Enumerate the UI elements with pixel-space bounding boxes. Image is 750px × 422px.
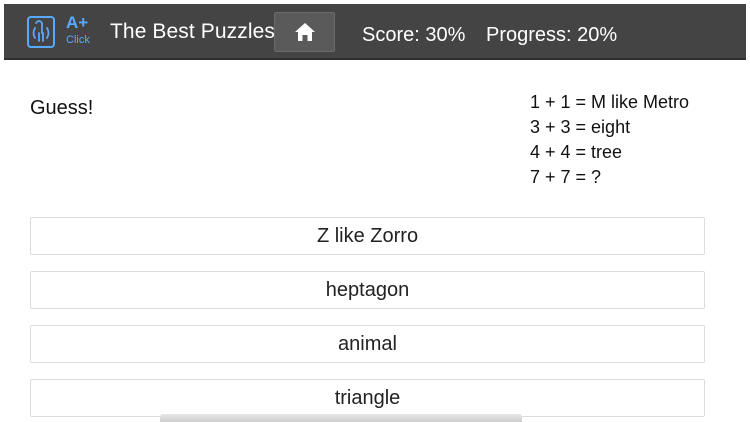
answer-option-1[interactable]: Z like Zorro <box>30 217 705 255</box>
app-title: The Best Puzzles <box>110 20 276 43</box>
answer-option-4[interactable]: triangle <box>30 379 705 417</box>
logo-icon <box>27 16 55 48</box>
riddle-line: 4 + 4 = tree <box>530 142 623 162</box>
bottom-overlay-edge <box>160 414 522 422</box>
top-bar: A+ Click The Best Puzzles Score: 30% Pro… <box>4 4 746 60</box>
progress-text: Progress: 20% <box>486 24 618 46</box>
home-icon <box>294 23 315 41</box>
riddle-line: 7 + 7 = ? <box>530 167 602 187</box>
logo-aplus-text: A+ <box>66 13 89 32</box>
answer-list: Z like Zorro heptagon animal triangle <box>30 217 705 422</box>
answer-option-2[interactable]: heptagon <box>30 271 705 309</box>
riddle-line: 3 + 3 = eight <box>530 117 631 137</box>
question-label: Guess! <box>30 97 94 119</box>
app-logo[interactable]: A+ Click <box>26 12 98 52</box>
score-text: Score: 30% <box>362 24 466 46</box>
home-button[interactable] <box>274 12 335 52</box>
riddle-equations: 1 + 1 = M like Metro 3 + 3 = eight 4 + 4… <box>530 90 689 190</box>
logo-click-text: Click <box>66 34 90 46</box>
answer-option-3[interactable]: animal <box>30 325 705 363</box>
riddle-line: 1 + 1 = M like Metro <box>530 92 690 112</box>
